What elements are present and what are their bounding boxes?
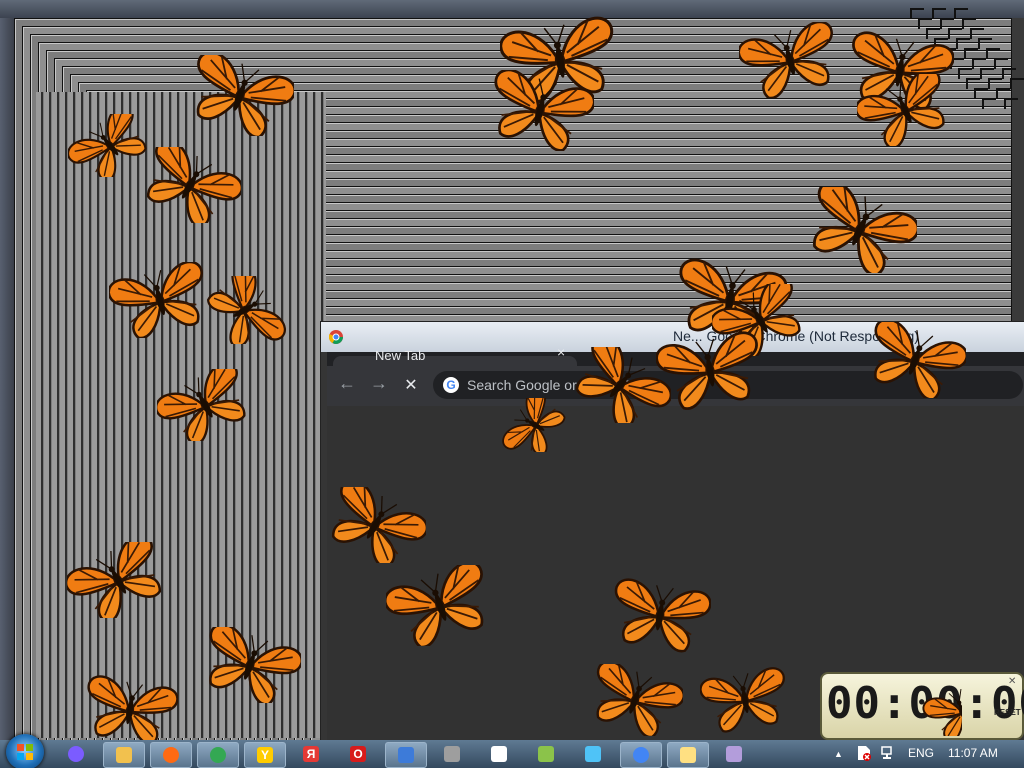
butterfly xyxy=(199,626,301,704)
app-2-icon xyxy=(538,746,554,762)
desktop: Ne... Google Chrome (Not Responding) New… xyxy=(0,0,1024,768)
taskbar-yandex-browser-button[interactable]: Y xyxy=(244,742,286,768)
butterfly xyxy=(200,276,290,344)
cortana-icon xyxy=(68,746,84,762)
butterfly xyxy=(486,69,594,151)
back-icon[interactable]: ← xyxy=(335,373,359,394)
butterfly xyxy=(803,187,917,273)
stopwatch-close-icon[interactable]: ✕ xyxy=(1008,676,1016,687)
pen-tool-icon xyxy=(491,746,507,762)
app-1-icon xyxy=(444,746,460,762)
butterfly xyxy=(157,369,253,441)
action-center-icon[interactable] xyxy=(856,744,872,765)
firefox-icon xyxy=(163,747,179,763)
butterfly xyxy=(857,74,953,146)
butterfly xyxy=(386,564,494,646)
ghost-window-button-icon xyxy=(1010,78,1024,89)
butterfly xyxy=(609,576,711,654)
butterfly xyxy=(739,21,841,99)
butterfly xyxy=(139,146,241,224)
notes-icon xyxy=(680,747,696,763)
taskbar-file-explorer-button[interactable] xyxy=(103,742,145,768)
butterfly xyxy=(109,261,211,339)
taskbar-cortana-button[interactable] xyxy=(56,742,96,766)
butterfly xyxy=(700,666,790,734)
stop-loading-icon[interactable]: ✕ xyxy=(399,375,423,395)
taskbar-remote-desktop-button[interactable] xyxy=(573,742,613,766)
google-icon: G xyxy=(443,377,459,393)
butterfly xyxy=(866,646,962,736)
taskbar-app-2-button[interactable] xyxy=(526,742,566,766)
butterfly xyxy=(82,674,178,746)
taskbar-yandex-button[interactable]: Я xyxy=(291,742,331,766)
taskbar-firefox-button[interactable] xyxy=(150,742,192,768)
language-indicator[interactable]: ENG xyxy=(908,746,934,760)
tab-close-icon[interactable]: × xyxy=(557,344,565,360)
start-button[interactable] xyxy=(6,734,44,768)
yandex-browser-icon: Y xyxy=(257,747,273,763)
butterfly xyxy=(186,54,294,136)
desktop-left-strip xyxy=(0,18,14,740)
butterfly xyxy=(864,321,966,399)
taskbar: Y Я O ▲ ENG 11:07 AM xyxy=(0,734,1024,768)
remote-desktop-icon xyxy=(585,746,601,762)
taskbar-opera-button[interactable]: O xyxy=(338,742,378,766)
clock[interactable]: 11:07 AM xyxy=(948,746,998,760)
taskbar-app-1-button[interactable] xyxy=(432,742,472,766)
windows-logo-icon xyxy=(17,744,33,760)
butterfly xyxy=(324,486,426,564)
file-explorer-icon xyxy=(116,747,132,763)
butterfly xyxy=(656,329,764,411)
butterfly xyxy=(499,398,571,452)
store-icon xyxy=(398,747,414,763)
opera-icon: O xyxy=(350,746,366,762)
butterfly xyxy=(587,664,683,736)
stopwatch-reset-button[interactable]: RESET xyxy=(994,708,1021,717)
show-hidden-icons-icon[interactable]: ▲ xyxy=(834,749,843,759)
app-3-icon xyxy=(726,746,742,762)
taskbar-store-button[interactable] xyxy=(385,742,427,768)
taskbar-chrome-2-button[interactable] xyxy=(620,742,662,768)
butterfly xyxy=(67,541,169,619)
taskbar-notes-button[interactable] xyxy=(667,742,709,768)
chrome-2-icon xyxy=(633,747,649,763)
taskbar-chrome-button[interactable] xyxy=(197,742,239,768)
yandex-icon: Я xyxy=(303,746,319,762)
ghost-window-button-icon xyxy=(1004,98,1018,109)
network-icon[interactable] xyxy=(880,744,896,765)
chrome-icon xyxy=(210,747,226,763)
taskbar-app-3-button[interactable] xyxy=(714,742,754,766)
tab-label: New Tab xyxy=(375,348,426,363)
forward-icon[interactable]: → xyxy=(367,373,391,394)
chrome-logo-icon xyxy=(329,330,343,344)
taskbar-pen-tool-button[interactable] xyxy=(479,742,519,766)
ghost-window-button-icon xyxy=(982,98,996,109)
